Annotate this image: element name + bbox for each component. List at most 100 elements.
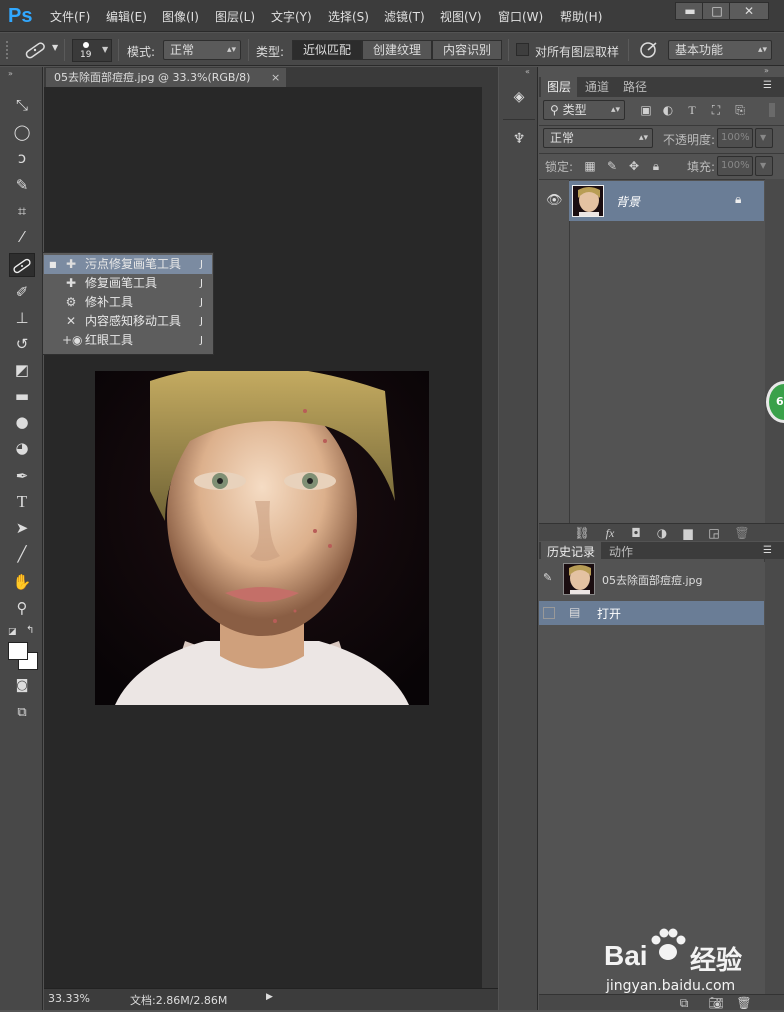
lock-pixels-icon[interactable]: ✎ xyxy=(603,157,621,175)
menu-type[interactable]: 文字(Y) xyxy=(271,8,312,25)
new-layer-icon[interactable]: ◲ xyxy=(705,524,723,542)
pen-tool-icon[interactable]: ✒ xyxy=(9,464,35,488)
crop-tool-icon[interactable]: ⌗ xyxy=(9,199,35,223)
adjustment-layer-icon[interactable]: ◑ xyxy=(653,524,671,542)
collapse-panels-icon[interactable]: » xyxy=(764,66,769,75)
hand-tool-icon[interactable]: ✋ xyxy=(9,570,35,594)
canvas-vertical-scrollbar[interactable] xyxy=(482,87,498,988)
blur-tool-icon[interactable]: ● xyxy=(9,410,35,434)
flyout-patch-tool[interactable]: ⚙ 修补工具 J xyxy=(44,293,212,312)
screen-mode-icon[interactable]: ⧉ xyxy=(9,701,35,725)
spot-healing-tool-icon[interactable] xyxy=(9,253,35,277)
line-tool-icon[interactable]: ╱ xyxy=(9,542,35,566)
minimize-button[interactable]: ▬ xyxy=(675,2,705,20)
quick-mask-icon[interactable]: ◙ xyxy=(9,674,35,698)
brush-presets-icon[interactable]: ♆ xyxy=(508,131,530,153)
type-content-aware[interactable]: 内容识别 xyxy=(432,40,502,60)
layers-scrollbar[interactable] xyxy=(765,179,784,523)
status-menu-arrow-icon[interactable]: ▶ xyxy=(266,992,273,1002)
type-proximity-match[interactable]: 近似匹配 xyxy=(292,40,362,60)
document-tab[interactable]: 05去除面部痘痘.jpg @ 33.3%(RGB/8) × xyxy=(46,68,286,87)
filter-adjustment-icon[interactable]: ◐ xyxy=(659,101,677,119)
history-brush-source-icon[interactable]: ✎ xyxy=(543,571,552,584)
foreground-color-swatch[interactable] xyxy=(8,642,28,660)
history-brush-tool-icon[interactable]: ↺ xyxy=(9,332,35,356)
expand-icon[interactable]: « xyxy=(525,67,530,76)
sample-all-layers-checkbox[interactable] xyxy=(516,43,529,56)
lasso-tool-icon[interactable]: ↄ xyxy=(9,146,35,170)
fx-icon[interactable]: fx xyxy=(601,524,619,542)
fill-dropdown-icon[interactable]: ▼ xyxy=(755,156,773,176)
path-select-tool-icon[interactable]: ➤ xyxy=(9,516,35,540)
layer-row-background[interactable]: 背景 🔒︎ xyxy=(569,181,764,221)
workspace-select[interactable]: 基本功能 ▴▾ xyxy=(668,40,772,60)
eraser-tool-icon[interactable]: ◩ xyxy=(9,358,35,382)
filter-toggle[interactable] xyxy=(769,103,775,117)
lock-position-icon[interactable]: ✥ xyxy=(625,157,643,175)
swap-colors-icon[interactable]: ↰ xyxy=(26,625,34,636)
pressure-size-icon[interactable] xyxy=(638,40,660,60)
menu-help[interactable]: 帮助(H) xyxy=(560,8,602,25)
gradient-tool-icon[interactable]: ▬ xyxy=(9,384,35,408)
menu-layer[interactable]: 图层(L) xyxy=(215,8,255,25)
menu-select[interactable]: 选择(S) xyxy=(328,8,369,25)
history-menu-icon[interactable]: ☰ xyxy=(763,545,772,556)
history-snapshot[interactable]: ✎ 05去除面部痘痘.jpg xyxy=(539,559,764,599)
maximize-button[interactable]: □ xyxy=(702,2,732,20)
brush-tool-icon[interactable]: ✐ xyxy=(9,280,35,304)
layer-filter-select[interactable]: ⚲ 类型 ▴▾ xyxy=(543,100,625,120)
add-mask-icon[interactable]: ◘ xyxy=(627,524,645,542)
menu-window[interactable]: 窗口(W) xyxy=(498,8,543,25)
lock-all-icon[interactable]: 🔒︎ xyxy=(647,157,665,175)
quick-select-tool-icon[interactable]: ✎ xyxy=(9,173,35,197)
flyout-healing-brush[interactable]: ✚ 修复画笔工具 J xyxy=(44,274,212,293)
dodge-tool-icon[interactable]: ◕ xyxy=(9,436,35,460)
zoom-tool-icon[interactable]: ⚲ xyxy=(9,596,35,620)
opacity-dropdown-icon[interactable]: ▼ xyxy=(755,128,773,148)
tab-channels[interactable]: 通道 xyxy=(579,77,615,97)
brush-picker[interactable]: 19 ▼ xyxy=(72,39,112,62)
opacity-field[interactable]: 100% xyxy=(717,128,753,148)
visibility-eye-icon[interactable]: 👁︎ xyxy=(546,193,563,208)
tab-paths[interactable]: 路径 xyxy=(617,77,653,97)
zoom-level[interactable]: 33.33% xyxy=(48,992,90,1005)
filter-smart-object-icon[interactable]: ⎘ xyxy=(731,101,749,119)
flyout-red-eye[interactable]: +◉ 红眼工具 J xyxy=(44,331,212,350)
preset-dropdown-arrow-icon[interactable]: ▼ xyxy=(52,43,58,52)
menu-filter[interactable]: 滤镜(T) xyxy=(384,8,425,25)
tab-close-icon[interactable]: × xyxy=(271,68,280,87)
collapse-icon[interactable]: » xyxy=(8,69,13,78)
menu-view[interactable]: 视图(V) xyxy=(440,8,482,25)
eyedropper-tool-icon[interactable]: ⁄ xyxy=(9,225,35,249)
spot-healing-brush-icon[interactable] xyxy=(22,40,48,60)
filter-pixel-icon[interactable]: ▣ xyxy=(637,101,655,119)
fill-field[interactable]: 100% xyxy=(717,156,753,176)
history-state-open[interactable]: ▤ 打开 xyxy=(539,601,764,625)
menu-image[interactable]: 图像(I) xyxy=(162,8,199,25)
type-create-texture[interactable]: 创建纹理 xyxy=(362,40,432,60)
history-source-checkbox[interactable] xyxy=(543,607,555,619)
close-button[interactable]: ✕ xyxy=(729,2,769,20)
tab-layers[interactable]: 图层 xyxy=(541,77,578,97)
flyout-spot-healing-brush[interactable]: ■ ✚ 污点修复画笔工具 J xyxy=(44,255,212,274)
filter-type-icon[interactable]: T xyxy=(683,101,701,119)
panel-menu-icon[interactable]: ☰ xyxy=(763,80,772,91)
document-image[interactable] xyxy=(95,371,429,705)
3d-panel-icon[interactable]: ◈ xyxy=(508,89,530,111)
type-tool-icon[interactable]: T xyxy=(9,490,35,514)
marquee-tool-icon[interactable]: ◯ xyxy=(9,120,35,144)
new-group-icon[interactable]: ▆ xyxy=(679,524,697,542)
clone-stamp-tool-icon[interactable]: ⊥ xyxy=(9,306,35,330)
move-tool-icon[interactable]: ⤡ xyxy=(9,93,35,117)
menu-file[interactable]: 文件(F) xyxy=(50,8,90,25)
lock-transparent-icon[interactable]: ▦ xyxy=(581,157,599,175)
menu-edit[interactable]: 编辑(E) xyxy=(106,8,147,25)
flyout-content-aware-move[interactable]: ✕ 内容感知移动工具 J xyxy=(44,312,212,331)
blend-mode-select[interactable]: 正常 ▴▾ xyxy=(543,128,653,148)
mode-select[interactable]: 正常 ▴▾ xyxy=(163,40,241,60)
filter-shape-icon[interactable]: ⛶ xyxy=(707,101,725,119)
link-layers-icon[interactable]: ⛓ xyxy=(573,524,591,542)
default-colors-icon[interactable]: ◪ xyxy=(8,627,17,637)
workspace-value: 基本功能 xyxy=(675,43,724,57)
delete-layer-icon[interactable]: 🗑︎ xyxy=(733,524,751,542)
